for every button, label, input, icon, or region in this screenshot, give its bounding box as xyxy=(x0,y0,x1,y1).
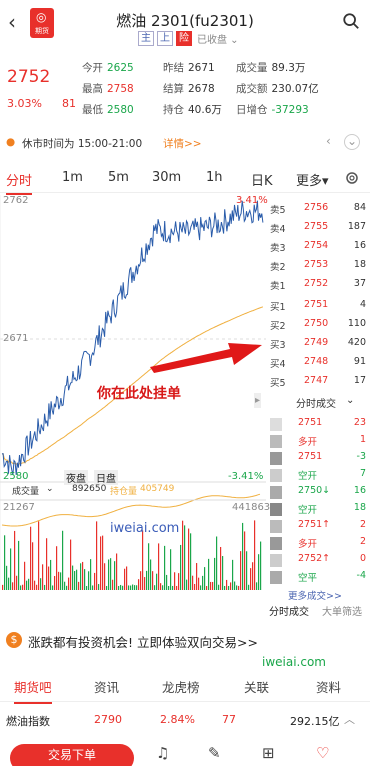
trade-swatch xyxy=(270,486,282,499)
change-percent: 3.03% xyxy=(7,97,42,110)
edit-icon[interactable]: ✎ xyxy=(208,744,221,762)
bell-icon[interactable]: ♫ xyxy=(156,744,169,762)
header-bar: ‹ 期货 燃油 2301(fu2301) 主 上 险 已收盘 ⌄ xyxy=(0,0,370,50)
notice-bar[interactable]: ● 休市时间为 15:00-21:00 详情>> ‹ ⌄ xyxy=(0,133,370,155)
pct-bottom-label: -3.41% xyxy=(228,471,264,482)
current-price: 2752 xyxy=(7,67,51,87)
trade-swatch xyxy=(270,469,282,482)
volume-max-label: 21267 xyxy=(3,502,35,513)
subtab-big-orders[interactable]: 大单筛选 xyxy=(322,603,362,618)
trade-swatch xyxy=(270,520,282,533)
trade-swatch xyxy=(270,418,282,431)
stat-item: 成交量 89.3万 xyxy=(236,62,306,74)
trade-swatch xyxy=(270,554,282,567)
tab-futures-forum[interactable]: 期货吧 xyxy=(14,677,52,704)
grid-icon[interactable]: ⊞ xyxy=(262,744,275,762)
trade-row: 2751 -3 xyxy=(266,451,370,467)
trade-swatch xyxy=(270,503,282,516)
content-tabs: 期货吧 资讯 龙虎榜 关联 资料 xyxy=(0,672,370,704)
trade-swatch xyxy=(270,452,282,465)
tab-fenshi[interactable]: 分时 xyxy=(6,170,33,195)
collect-toggle[interactable]: 已收盘 ⌄ xyxy=(197,31,239,46)
promo-icon: $ xyxy=(6,632,22,648)
y-mid-label: 2671 xyxy=(3,333,29,344)
notice-detail-link[interactable]: 详情>> xyxy=(163,136,202,151)
bid-row[interactable]: 买4 2748 91 xyxy=(266,356,370,372)
tab-dragon-tiger[interactable]: 龙虎榜 xyxy=(162,677,200,696)
trade-row: 空开 7 xyxy=(266,468,370,484)
tab-1h[interactable]: 1h xyxy=(206,170,223,185)
trade-row: 2751↑ 2 xyxy=(266,519,370,535)
stat-item: 成交额 230.07亿 xyxy=(236,83,319,95)
stat-item: 结算 2678 xyxy=(163,83,215,95)
bid-row[interactable]: 买3 2749 420 xyxy=(266,337,370,353)
watermark-text: iweiai.com xyxy=(110,521,180,536)
stat-item: 今开 2625 xyxy=(82,62,134,74)
stat-item: 昨结 2671 xyxy=(163,62,215,74)
trade-swatch xyxy=(270,571,282,584)
chart-period-tabs: 分时 1m 5m 30m 1h 日K 更多▾ xyxy=(0,165,370,195)
ask-row[interactable]: 卖2 2753 18 xyxy=(266,259,370,275)
night-session-label: 夜盘 xyxy=(64,470,88,485)
stat-item: 最低 2580 xyxy=(82,104,134,116)
tab-news[interactable]: 资讯 xyxy=(94,677,119,696)
ask-row[interactable]: 卖5 2756 84 xyxy=(266,202,370,218)
trade-swatch xyxy=(270,537,282,550)
tab-1m[interactable]: 1m xyxy=(62,170,83,185)
bid-row[interactable]: 买2 2750 110 xyxy=(266,318,370,334)
intraday-chart[interactable]: 2762 3.41% 2671 2580 -3.41% 夜盘 日盘 成交量 ⌄ … xyxy=(0,195,270,590)
annotation-arrow-icon xyxy=(150,343,262,373)
chevron-down-icon[interactable]: ⌄ xyxy=(344,134,360,150)
stat-item: 持仓 40.6万 xyxy=(163,104,222,116)
page-title: 燃油 2301(fu2301) xyxy=(116,12,254,30)
settings-gear-icon[interactable] xyxy=(344,170,360,186)
bottom-action-bar: 交易下单 ♫ ✎ ⊞ ♡ xyxy=(0,740,370,766)
stat-item: 最高 2758 xyxy=(82,83,134,95)
day-session-label: 日盘 xyxy=(94,470,118,485)
trade-row: 空平 -4 xyxy=(266,570,370,586)
ask-row[interactable]: 卖1 2752 37 xyxy=(266,278,370,294)
tab-daily-k[interactable]: 日K xyxy=(251,170,273,189)
hold-max-label: 441863 xyxy=(232,502,271,513)
tag-risk: 险 xyxy=(176,31,192,46)
annotation-text: 你在此处挂单 xyxy=(97,386,181,402)
search-icon[interactable] xyxy=(342,12,360,30)
trade-row: 空开 18 xyxy=(266,502,370,518)
ask-row[interactable]: 卖3 2754 16 xyxy=(266,240,370,256)
ask-row[interactable]: 卖4 2755 187 xyxy=(266,221,370,237)
tag-exchange: 上 xyxy=(157,31,173,46)
tag-main: 主 xyxy=(138,31,154,46)
trade-row: 2751 23 xyxy=(266,417,370,433)
y-bottom-label: 2580 xyxy=(3,471,29,482)
y-top-label: 2762 xyxy=(3,195,29,206)
trade-order-button[interactable]: 交易下单 xyxy=(10,744,134,766)
chart-collapse-handle[interactable]: ▸ xyxy=(254,393,262,408)
chevron-left-icon[interactable]: ‹ xyxy=(326,134,331,148)
clock-icon: ● xyxy=(6,136,16,148)
more-trades-link[interactable]: 更多成交>> xyxy=(288,588,342,602)
stat-item: 日增仓 -37293 xyxy=(236,104,309,116)
subtab-trades[interactable]: 分时成交 xyxy=(269,603,309,618)
notice-text: 休市时间为 15:00-21:00 xyxy=(22,138,143,150)
tab-related[interactable]: 关联 xyxy=(244,677,269,696)
pct-top-label: 3.41% xyxy=(236,195,268,206)
trade-row: 2752↑ 0 xyxy=(266,553,370,569)
trade-row: 多开 2 xyxy=(266,536,370,552)
favorite-heart-icon[interactable]: ♡ xyxy=(316,744,329,762)
trade-row: 2750↓ 16 xyxy=(266,485,370,501)
tab-5m[interactable]: 5m xyxy=(108,170,129,185)
promo-banner[interactable]: $ 涨跌都有投资机会! 立即体验双向交易>> iweiai.com xyxy=(0,628,370,669)
contract-tags: 主 上 险 已收盘 ⌄ xyxy=(138,31,239,46)
trade-row: 多开 1 xyxy=(266,434,370,450)
chevron-up-icon: ︿ xyxy=(344,713,355,726)
index-quote-row[interactable]: 燃油指数 2790 2.84% 77 292.15亿 ︿ xyxy=(0,710,370,732)
change-value: 81 xyxy=(62,97,76,110)
tab-more[interactable]: 更多▾ xyxy=(296,170,329,189)
trade-swatch xyxy=(270,435,282,448)
tab-profile[interactable]: 资料 xyxy=(316,677,341,696)
watermark-text-2: iweiai.com xyxy=(262,655,326,669)
tab-30m[interactable]: 30m xyxy=(152,170,181,185)
bid-row[interactable]: 买1 2751 4 xyxy=(266,299,370,315)
bid-row[interactable]: 买5 2747 17 xyxy=(266,375,370,391)
